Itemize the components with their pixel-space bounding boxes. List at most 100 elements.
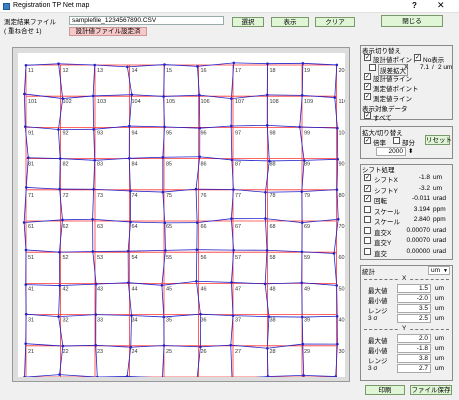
error-value: 7.1 bbox=[420, 64, 430, 71]
reset-button[interactable]: リセット bbox=[425, 135, 452, 145]
tp-label: 25 bbox=[166, 349, 172, 355]
measured-point bbox=[332, 252, 336, 255]
tp-label: 28 bbox=[270, 349, 276, 355]
measured-point bbox=[94, 343, 98, 347]
shift-label: スケール bbox=[374, 208, 400, 216]
tp-label: 46 bbox=[201, 286, 207, 292]
stat-unit: um bbox=[435, 355, 445, 362]
measured-point bbox=[57, 62, 60, 66]
tp-label: 84 bbox=[132, 162, 138, 168]
shift-unit: urad bbox=[433, 195, 447, 202]
design-line-checkbox[interactable]: ✓ bbox=[364, 73, 371, 80]
measured-point bbox=[61, 344, 65, 348]
save-file-button[interactable]: ファイル保存 bbox=[410, 385, 452, 395]
measured-line bbox=[195, 156, 201, 190]
measured-point bbox=[93, 158, 96, 162]
shift-value: -0.011 bbox=[412, 195, 430, 202]
tp-label: 33 bbox=[97, 318, 103, 324]
zoom-spinner-icon[interactable]: ⬍ bbox=[408, 147, 413, 155]
tp-label: 79 bbox=[304, 193, 310, 199]
measured-point-checkbox[interactable]: ✓ bbox=[364, 83, 371, 90]
stat-unit: um bbox=[435, 345, 445, 352]
measured-point bbox=[266, 346, 269, 350]
shift-checkbox[interactable] bbox=[364, 247, 371, 255]
measured-point bbox=[230, 158, 234, 162]
magnification-checkbox[interactable]: ✓ bbox=[364, 137, 371, 144]
shift-checkbox[interactable] bbox=[364, 226, 371, 234]
title-bar: Registration TP Net map ? ✕ bbox=[0, 0, 459, 13]
measured-line bbox=[128, 249, 166, 252]
tp-label: 56 bbox=[201, 255, 207, 261]
tp-label: 107 bbox=[235, 99, 244, 105]
map-canvas[interactable]: 11 12 13 14 15 16 17 18 19 20 101 102 103 104 105 106 10… bbox=[18, 53, 348, 386]
stat-label: 最大値 bbox=[368, 288, 388, 295]
partial-checkbox[interactable] bbox=[393, 137, 400, 144]
tp-label: 21 bbox=[28, 349, 34, 355]
measured-line-checkbox[interactable]: ✓ bbox=[364, 93, 371, 100]
shift-value: 0.00070 bbox=[406, 226, 431, 234]
shift-value: -1.8 bbox=[418, 174, 430, 181]
tp-label: 36 bbox=[201, 318, 207, 324]
measured-point-label: 測定値ポイント bbox=[373, 86, 419, 93]
no-display-checkbox[interactable]: ✓ bbox=[414, 54, 421, 61]
shift-checkbox[interactable]: ✓ bbox=[364, 195, 371, 202]
tp-label: 101 bbox=[28, 99, 37, 105]
shift-value: 3.194 bbox=[413, 205, 430, 213]
window-close-button[interactable]: ✕ bbox=[437, 0, 445, 11]
measured-line bbox=[93, 129, 96, 161]
tp-label: 35 bbox=[166, 318, 172, 324]
measured-point bbox=[336, 126, 339, 130]
tp-label: 85 bbox=[166, 162, 172, 168]
zoom-value-field[interactable]: 2000 bbox=[376, 147, 406, 156]
design-point-label: 設計値ポイント bbox=[373, 57, 419, 64]
measured-point bbox=[58, 187, 61, 191]
tp-label: 109 bbox=[304, 99, 313, 105]
shift-checkbox[interactable] bbox=[364, 216, 371, 223]
target-all-label: すべて bbox=[373, 115, 392, 122]
shift-checkbox[interactable] bbox=[364, 237, 371, 244]
design-point-checkbox[interactable]: ✓ bbox=[364, 54, 371, 61]
tp-label: 14 bbox=[132, 68, 138, 74]
shift-checkbox[interactable]: ✓ bbox=[364, 184, 371, 192]
tp-label: 54 bbox=[132, 255, 138, 261]
measured-point bbox=[163, 125, 166, 129]
measured-point bbox=[58, 250, 61, 254]
design-file-button[interactable]: 設計値ファイル設定済 bbox=[69, 27, 147, 36]
tp-label: 77 bbox=[235, 193, 241, 199]
display-button[interactable]: 表示 bbox=[271, 17, 309, 27]
stats-unit-select[interactable]: um ▼ bbox=[428, 266, 450, 275]
stat-value: 3.8 bbox=[418, 355, 428, 362]
measured-line bbox=[93, 94, 132, 97]
measured-point bbox=[24, 312, 28, 316]
shift-checkbox[interactable] bbox=[364, 205, 371, 213]
target-all-checkbox[interactable]: ✓ bbox=[364, 112, 371, 119]
tp-label: 22 bbox=[63, 349, 69, 355]
stat-value-box: 1.5 bbox=[397, 284, 431, 293]
stat-value-box: 2.0 bbox=[397, 334, 431, 343]
measure-file-field[interactable]: samplefile_1234567890.CSV bbox=[69, 16, 224, 25]
tp-label: 78 bbox=[270, 193, 276, 199]
close-button[interactable]: 閉じる bbox=[381, 15, 443, 27]
tp-label: 48 bbox=[270, 286, 276, 292]
shift-unit: ppm bbox=[433, 205, 446, 213]
tp-label: 70 bbox=[339, 224, 345, 230]
help-button[interactable]: ? bbox=[412, 1, 417, 10]
measured-point bbox=[24, 342, 28, 345]
tp-label: 37 bbox=[235, 318, 241, 324]
tp-label: 76 bbox=[201, 193, 207, 199]
measured-point bbox=[92, 128, 95, 131]
measured-point bbox=[300, 281, 303, 285]
print-button[interactable]: 印刷 bbox=[365, 385, 405, 395]
measured-point bbox=[300, 94, 304, 97]
app-icon bbox=[3, 3, 10, 10]
no-display-label: No表示 bbox=[423, 57, 445, 64]
clear-button[interactable]: クリア bbox=[315, 17, 355, 27]
shift-checkbox[interactable]: ✓ bbox=[364, 174, 371, 181]
error-expand-checkbox[interactable] bbox=[369, 64, 376, 71]
tp-label: 27 bbox=[235, 349, 241, 355]
measured-line bbox=[162, 156, 200, 158]
measured-point bbox=[126, 249, 130, 253]
select-button[interactable]: 選択 bbox=[232, 17, 264, 27]
stat-unit: um bbox=[435, 335, 445, 342]
measured-line bbox=[304, 158, 338, 161]
